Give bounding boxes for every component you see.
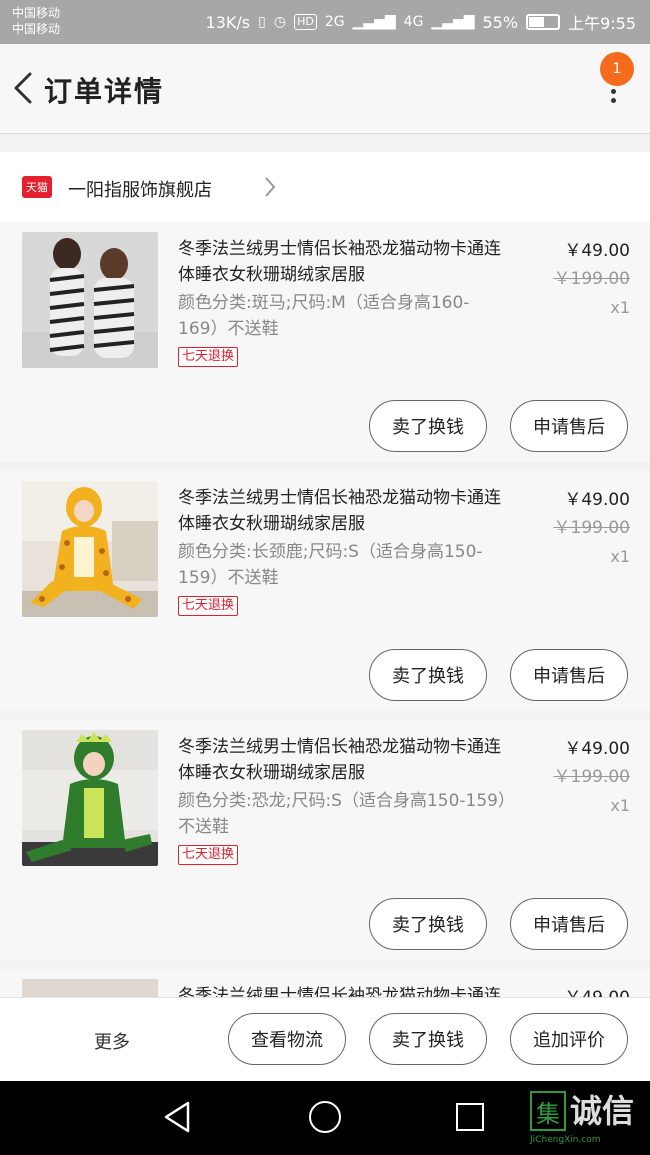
battery-icon bbox=[526, 14, 561, 30]
hd-badge: HD bbox=[294, 14, 317, 30]
watermark-url: JiChengXin.com bbox=[530, 1135, 601, 1145]
status-bar: 中国移动 中国移动 13K/s ▯ ◷ HD 2G ▁▃▅▇ 4G ▁▃▅▇ 5… bbox=[0, 0, 650, 44]
tmall-icon: 天猫 bbox=[22, 176, 52, 198]
original-price: ￥199.00 bbox=[553, 767, 630, 787]
order-item[interactable]: 冬季法兰绒男士情侣长袖恐龙猫动物卡通连体睡衣女秋珊瑚绒家居服 颜色分类:长颈鹿;… bbox=[0, 471, 650, 711]
network-speed: 13K/s bbox=[205, 12, 251, 32]
signal-2-label: 4G bbox=[403, 14, 424, 30]
add-review-button[interactable]: 追加评价 bbox=[510, 1013, 628, 1065]
app-header: 订单详情 1 bbox=[0, 44, 650, 134]
carrier-2: 中国移动 bbox=[12, 22, 61, 36]
view-logistics-button[interactable]: 查看物流 bbox=[228, 1013, 346, 1065]
sell-button[interactable]: 卖了换钱 bbox=[369, 400, 487, 452]
order-item[interactable]: 冬季法兰绒男士情侣长袖恐龙猫动物卡通连体睡衣女秋珊瑚绒家居服 颜色分类:恐龙;尺… bbox=[0, 720, 650, 960]
product-quantity: x1 bbox=[610, 796, 630, 815]
status-indicators: 13K/s ▯ ◷ HD 2G ▁▃▅▇ 4G ▁▃▅▇ 55% 上午9:55 bbox=[206, 10, 636, 34]
battery-percent: 55% bbox=[482, 12, 519, 32]
nav-home-icon[interactable] bbox=[309, 1101, 341, 1133]
product-title[interactable]: 冬季法兰绒男士情侣长袖恐龙猫动物卡通连体睡衣女秋珊瑚绒家居服 bbox=[178, 734, 508, 786]
product-quantity: x1 bbox=[610, 547, 630, 566]
sell-button[interactable]: 卖了换钱 bbox=[369, 898, 487, 950]
watermark-char: 集 bbox=[530, 1091, 566, 1131]
product-image[interactable] bbox=[22, 232, 158, 368]
system-nav-bar: 集 诚信 JiChengXin.com bbox=[0, 1081, 650, 1155]
product-price: ￥49.00 bbox=[564, 739, 630, 759]
product-sku: 颜色分类:恐龙;尺码:S（适合身高150-159）不送鞋 bbox=[178, 791, 507, 837]
watermark-logo: 集 诚信 JiChengXin.com bbox=[530, 1091, 646, 1147]
bottom-action-bar: 更多 查看物流 卖了换钱 追加评价 bbox=[0, 997, 650, 1081]
sell-button[interactable]: 卖了换钱 bbox=[369, 649, 487, 701]
carrier-info: 中国移动 中国移动 bbox=[12, 5, 60, 37]
product-price: ￥49.00 bbox=[564, 983, 630, 997]
product-title[interactable]: 冬季法兰绒男士情侣长袖恐龙猫动物卡通连体睡衣女秋珊瑚绒家居服 bbox=[178, 485, 508, 537]
clock: 上午9:55 bbox=[568, 14, 636, 33]
signal-1-icon: ▁▃▅▇ bbox=[352, 14, 396, 30]
original-price: ￥199.00 bbox=[553, 269, 630, 289]
original-price: ￥199.00 bbox=[553, 518, 630, 538]
product-sku: 颜色分类:长颈鹿;尺码:S（适合身高150-159）不送鞋 bbox=[178, 542, 483, 588]
nav-recent-icon[interactable] bbox=[456, 1103, 484, 1131]
return-policy-tag: 七天退换 bbox=[178, 596, 239, 616]
product-image[interactable] bbox=[22, 979, 158, 997]
back-arrow-icon[interactable] bbox=[8, 68, 38, 108]
product-quantity: x1 bbox=[610, 298, 630, 317]
after-sale-button[interactable]: 申请售后 bbox=[510, 649, 628, 701]
carrier-1: 中国移动 bbox=[12, 6, 61, 20]
shop-row[interactable]: 天猫 一阳指服饰旗舰店 bbox=[0, 152, 650, 222]
watermark-text: 诚信 bbox=[570, 1092, 635, 1130]
more-button[interactable]: 更多 bbox=[94, 1028, 130, 1054]
product-price: ￥49.00 bbox=[564, 241, 630, 261]
chevron-right-icon[interactable] bbox=[262, 174, 278, 200]
vibrate-icon: ▯ bbox=[258, 14, 266, 30]
nav-back-icon[interactable] bbox=[162, 1101, 194, 1133]
product-image[interactable] bbox=[22, 481, 158, 617]
page-title: 订单详情 bbox=[44, 75, 165, 108]
order-item[interactable]: 冬季法兰绒男士情侣长袖恐龙猫动物卡通连体睡衣女秋珊瑚绒家居服 ￥49.00 bbox=[0, 969, 650, 997]
after-sale-button[interactable]: 申请售后 bbox=[510, 898, 628, 950]
after-sale-button[interactable]: 申请售后 bbox=[510, 400, 628, 452]
order-item[interactable]: 冬季法兰绒男士情侣长袖恐龙猫动物卡通连体睡衣女秋珊瑚绒家居服 颜色分类:斑马;尺… bbox=[0, 222, 650, 462]
battery-fill bbox=[529, 17, 545, 27]
product-sku: 颜色分类:斑马;尺码:M（适合身高160-169）不送鞋 bbox=[178, 293, 470, 339]
product-image[interactable] bbox=[22, 730, 158, 866]
product-title[interactable]: 冬季法兰绒男士情侣长袖恐龙猫动物卡通连体睡衣女秋珊瑚绒家居服 bbox=[178, 236, 508, 288]
product-price: ￥49.00 bbox=[564, 490, 630, 510]
signal-2-icon: ▁▃▅▇ bbox=[431, 14, 475, 30]
alarm-icon: ◷ bbox=[273, 14, 287, 30]
notification-badge[interactable]: 1 bbox=[600, 52, 634, 86]
signal-1-label: 2G bbox=[324, 14, 345, 30]
sell-button[interactable]: 卖了换钱 bbox=[369, 1013, 487, 1065]
shop-name[interactable]: 一阳指服饰旗舰店 bbox=[68, 176, 212, 202]
return-policy-tag: 七天退换 bbox=[178, 845, 239, 865]
return-policy-tag: 七天退换 bbox=[178, 347, 239, 367]
product-title[interactable]: 冬季法兰绒男士情侣长袖恐龙猫动物卡通连体睡衣女秋珊瑚绒家居服 bbox=[178, 983, 508, 997]
